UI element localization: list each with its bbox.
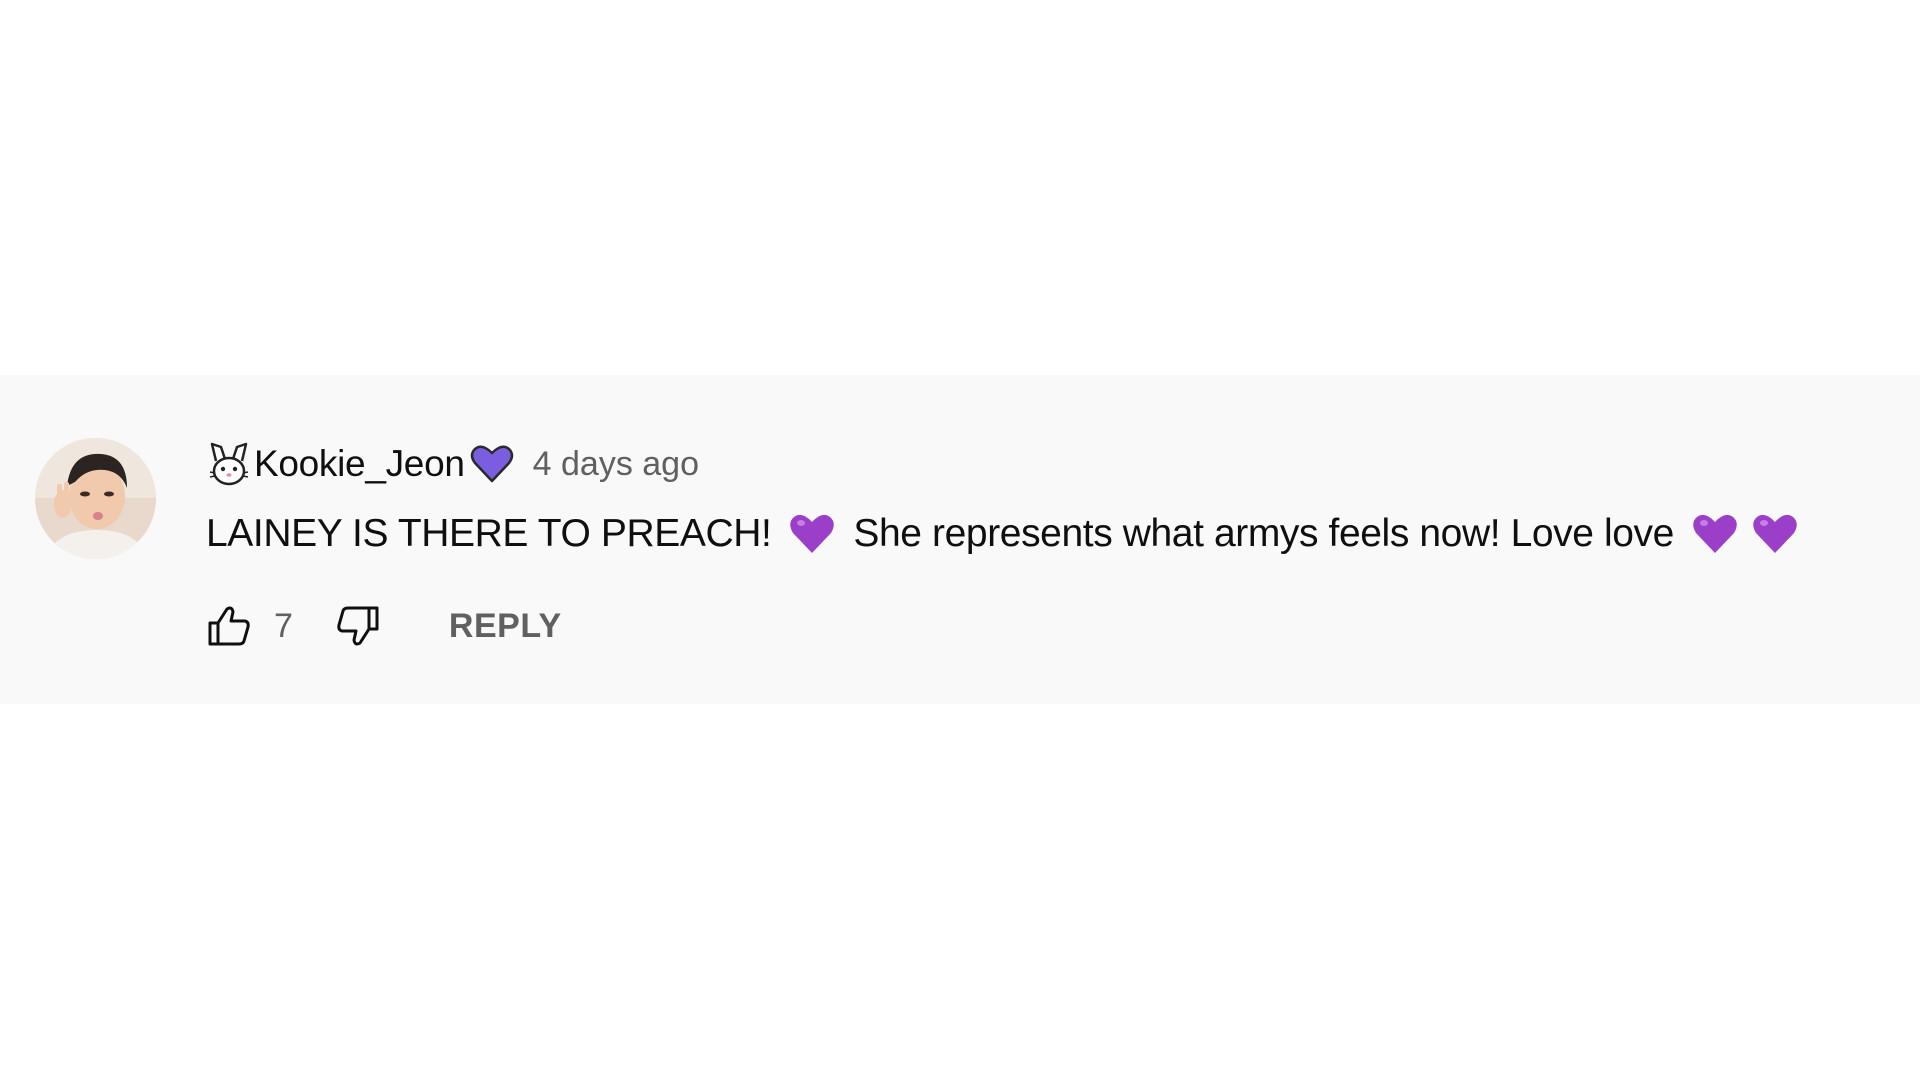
comment-body: LAINEY IS THERE TO PREACH! She represent… bbox=[206, 506, 1800, 562]
comment-text-part-1: LAINEY IS THERE TO PREACH! bbox=[206, 512, 772, 555]
avatar[interactable] bbox=[35, 438, 156, 559]
comment-text-part-2: She represents what armys feels now! Lov… bbox=[853, 512, 1674, 555]
purple-heart-icon bbox=[469, 443, 515, 485]
dislike-button[interactable] bbox=[333, 601, 383, 651]
like-button[interactable] bbox=[204, 601, 254, 651]
purple-heart-icon bbox=[1750, 511, 1800, 557]
comment-actions: 7 REPLY bbox=[204, 598, 562, 654]
reply-button[interactable]: REPLY bbox=[449, 607, 562, 646]
author-name[interactable]: Kookie_Jeon bbox=[254, 443, 465, 485]
purple-heart-icon bbox=[1690, 511, 1740, 557]
like-count: 7 bbox=[274, 606, 293, 645]
thumbs-down-icon bbox=[337, 606, 379, 646]
rabbit-icon bbox=[206, 441, 252, 487]
avatar-image bbox=[35, 438, 156, 559]
comment-header: Kookie_Jeon 4 days ago bbox=[206, 438, 699, 490]
comment-timestamp[interactable]: 4 days ago bbox=[533, 445, 699, 484]
thumbs-up-icon bbox=[208, 606, 250, 646]
purple-heart-icon bbox=[787, 511, 837, 557]
page: Kookie_Jeon 4 days ago LAINEY IS THERE T… bbox=[0, 0, 1920, 1080]
